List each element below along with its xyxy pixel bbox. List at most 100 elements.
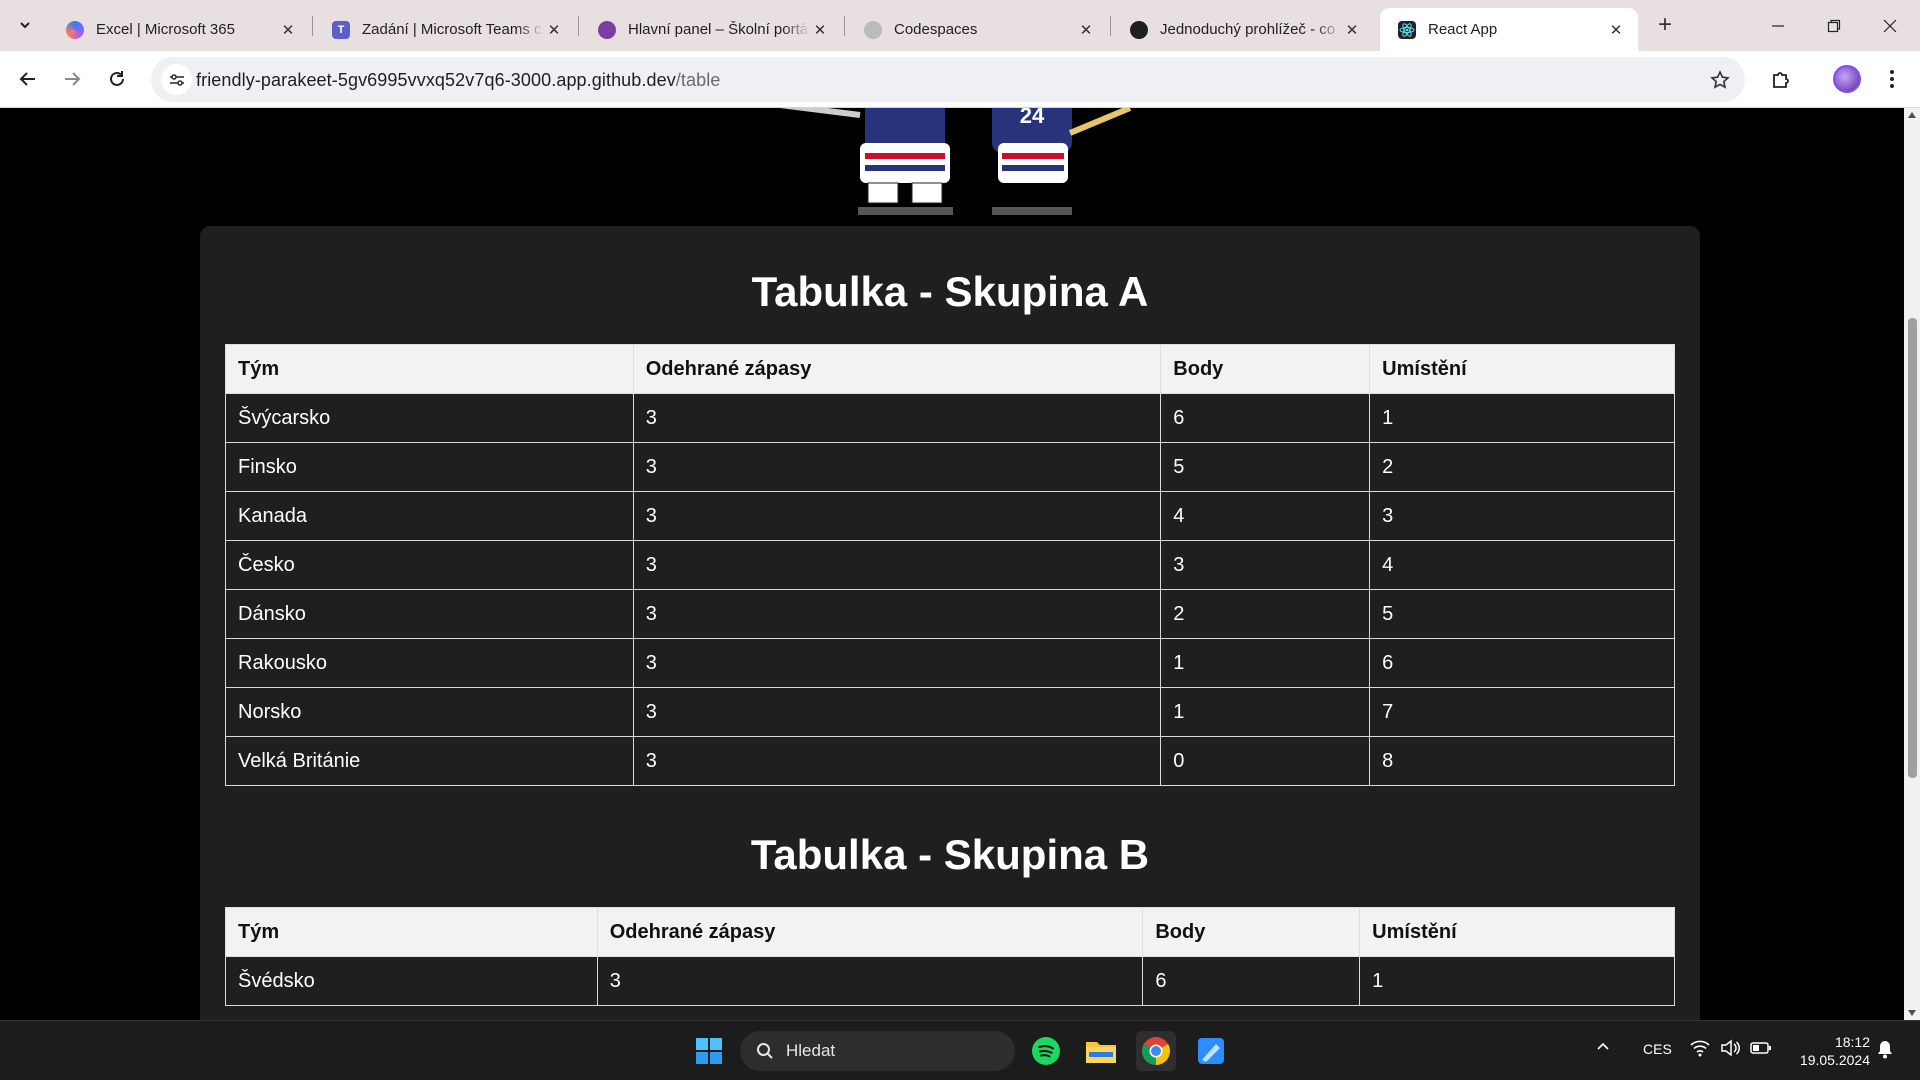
taskbar-file-explorer[interactable]	[1081, 1031, 1121, 1071]
url-text[interactable]: friendly-parakeet-5gv6995vvxq52v7q6-3000…	[196, 70, 720, 91]
back-button[interactable]	[12, 63, 44, 95]
input-language[interactable]: CES	[1643, 1041, 1672, 1057]
tab-separator	[312, 16, 313, 36]
column-header-rank: Umístění	[1359, 907, 1675, 957]
close-icon[interactable]: ✕	[278, 20, 298, 40]
notifications-button[interactable]	[1876, 1039, 1894, 1062]
points-cell: 6	[1142, 956, 1361, 1006]
table-row: Kanada 3 4 3	[225, 491, 1675, 541]
spotify-icon	[1032, 1037, 1060, 1065]
reload-button[interactable]	[101, 63, 133, 95]
search-label: Hledat	[786, 1041, 836, 1060]
tab-moodle[interactable]: Hlavní panel – Školní portá ✕	[580, 8, 842, 51]
table-header-row: Tým Odehrané zápasy Body Umístění	[225, 344, 1675, 394]
new-tab-button[interactable]: +	[1650, 10, 1680, 40]
restore-icon	[1827, 19, 1841, 32]
show-hidden-icons-button[interactable]	[1596, 1039, 1610, 1058]
reload-icon	[110, 71, 124, 86]
tab-search-button[interactable]	[10, 10, 40, 40]
close-icon[interactable]: ✕	[1342, 20, 1362, 40]
tab-title: Codespaces	[894, 21, 978, 38]
rank-cell: 1	[1359, 956, 1675, 1006]
games-cell: 3	[632, 540, 1162, 590]
points-cell: 2	[1160, 589, 1371, 639]
chevron-up-icon	[1597, 1042, 1609, 1050]
games-cell: 3	[632, 589, 1162, 639]
copilot-icon	[66, 20, 84, 39]
menu-button[interactable]	[1876, 63, 1908, 95]
moodle-icon	[598, 20, 616, 39]
tab-separator	[578, 16, 579, 36]
taskbar-app[interactable]	[1191, 1031, 1231, 1071]
app-icon	[1198, 1038, 1224, 1064]
table-row: Švýcarsko 3 6 1	[225, 393, 1675, 443]
volume-icon[interactable]	[1720, 1039, 1740, 1060]
battery-icon[interactable]	[1750, 1041, 1772, 1058]
games-cell: 3	[632, 491, 1162, 541]
scrollbar-thumb[interactable]	[1908, 318, 1917, 778]
column-header-rank: Umístění	[1369, 344, 1675, 394]
rank-cell: 2	[1369, 442, 1675, 492]
team-cell: Švýcarsko	[225, 393, 634, 443]
tab-codespaces[interactable]: Codespaces ✕	[846, 8, 1108, 51]
chevron-down-icon	[20, 22, 30, 29]
start-button[interactable]	[689, 1031, 729, 1071]
team-cell: Česko	[225, 540, 634, 590]
tab-excel[interactable]: Excel | Microsoft 365 ✕	[48, 8, 310, 51]
table-row: Velká Británie 3 0 8	[225, 736, 1675, 786]
tab-github-browser[interactable]: Jednoduchý prohlížeč - co ✕	[1112, 8, 1374, 51]
page-scrollbar[interactable]	[1904, 108, 1920, 1020]
taskbar-spotify[interactable]	[1026, 1031, 1066, 1071]
windows-logo-icon	[696, 1038, 722, 1064]
scroll-down-arrow[interactable]	[1908, 1010, 1916, 1016]
rank-cell: 7	[1369, 687, 1675, 737]
close-icon[interactable]: ✕	[1076, 20, 1096, 40]
group-b-table: Tým Odehrané zápasy Body Umístění Švédsk…	[225, 907, 1675, 1006]
close-icon[interactable]: ✕	[1606, 20, 1626, 40]
tab-title: Zadání | Microsoft Teams c	[362, 21, 542, 38]
games-cell: 3	[632, 442, 1162, 492]
table-row: Finsko 3 5 2	[225, 442, 1675, 492]
arrow-right-icon	[65, 72, 81, 86]
column-header-games-played: Odehrané zápasy	[596, 907, 1144, 957]
restore-button[interactable]	[1806, 0, 1862, 51]
taskbar-search[interactable]: Hledat	[740, 1031, 1015, 1071]
extensions-button[interactable]	[1765, 63, 1797, 95]
taskbar-clock[interactable]: 18:12 19.05.2024	[1790, 1033, 1870, 1069]
address-bar[interactable]: friendly-parakeet-5gv6995vvxq52v7q6-3000…	[151, 57, 1745, 102]
profile-avatar[interactable]	[1833, 65, 1861, 93]
tab-teams[interactable]: T Zadání | Microsoft Teams c ✕	[314, 8, 576, 51]
more-vert-icon	[1890, 70, 1894, 88]
minimize-button[interactable]	[1750, 0, 1806, 51]
table-row: Dánsko 3 2 5	[225, 589, 1675, 639]
close-window-button[interactable]	[1862, 0, 1918, 51]
tab-react-app[interactable]: React App ✕	[1380, 8, 1638, 51]
group-a-title: Tabulka - Skupina A	[751, 268, 1149, 315]
team-cell: Velká Británie	[225, 736, 634, 786]
taskbar-chrome[interactable]	[1136, 1031, 1176, 1071]
tab-strip: Excel | Microsoft 365 ✕ T Zadání | Micro…	[0, 0, 1920, 51]
close-icon[interactable]: ✕	[810, 20, 830, 40]
team-cell: Finsko	[225, 442, 634, 492]
github-icon	[864, 20, 882, 39]
team-cell: Kanada	[225, 491, 634, 541]
points-cell: 6	[1160, 393, 1371, 443]
star-icon	[1710, 70, 1730, 89]
bookmark-star-button[interactable]	[1707, 67, 1733, 93]
table-row: Česko 3 3 4	[225, 540, 1675, 590]
scroll-up-arrow[interactable]	[1908, 112, 1916, 118]
close-icon	[1883, 19, 1897, 32]
wifi-icon[interactable]	[1690, 1039, 1710, 1060]
forward-button[interactable]	[56, 63, 88, 95]
site-info-button[interactable]	[161, 64, 192, 95]
team-cell: Rakousko	[225, 638, 634, 688]
team-cell: Norsko	[225, 687, 634, 737]
close-icon[interactable]: ✕	[544, 20, 564, 40]
clock-date: 19.05.2024	[1799, 1052, 1870, 1068]
team-cell: Švédsko	[225, 956, 598, 1006]
column-header-points: Body	[1160, 344, 1371, 394]
rank-cell: 1	[1369, 393, 1675, 443]
table-row: Švédsko 3 6 1	[225, 956, 1675, 1006]
github-icon	[1130, 20, 1148, 39]
points-cell: 3	[1160, 540, 1371, 590]
